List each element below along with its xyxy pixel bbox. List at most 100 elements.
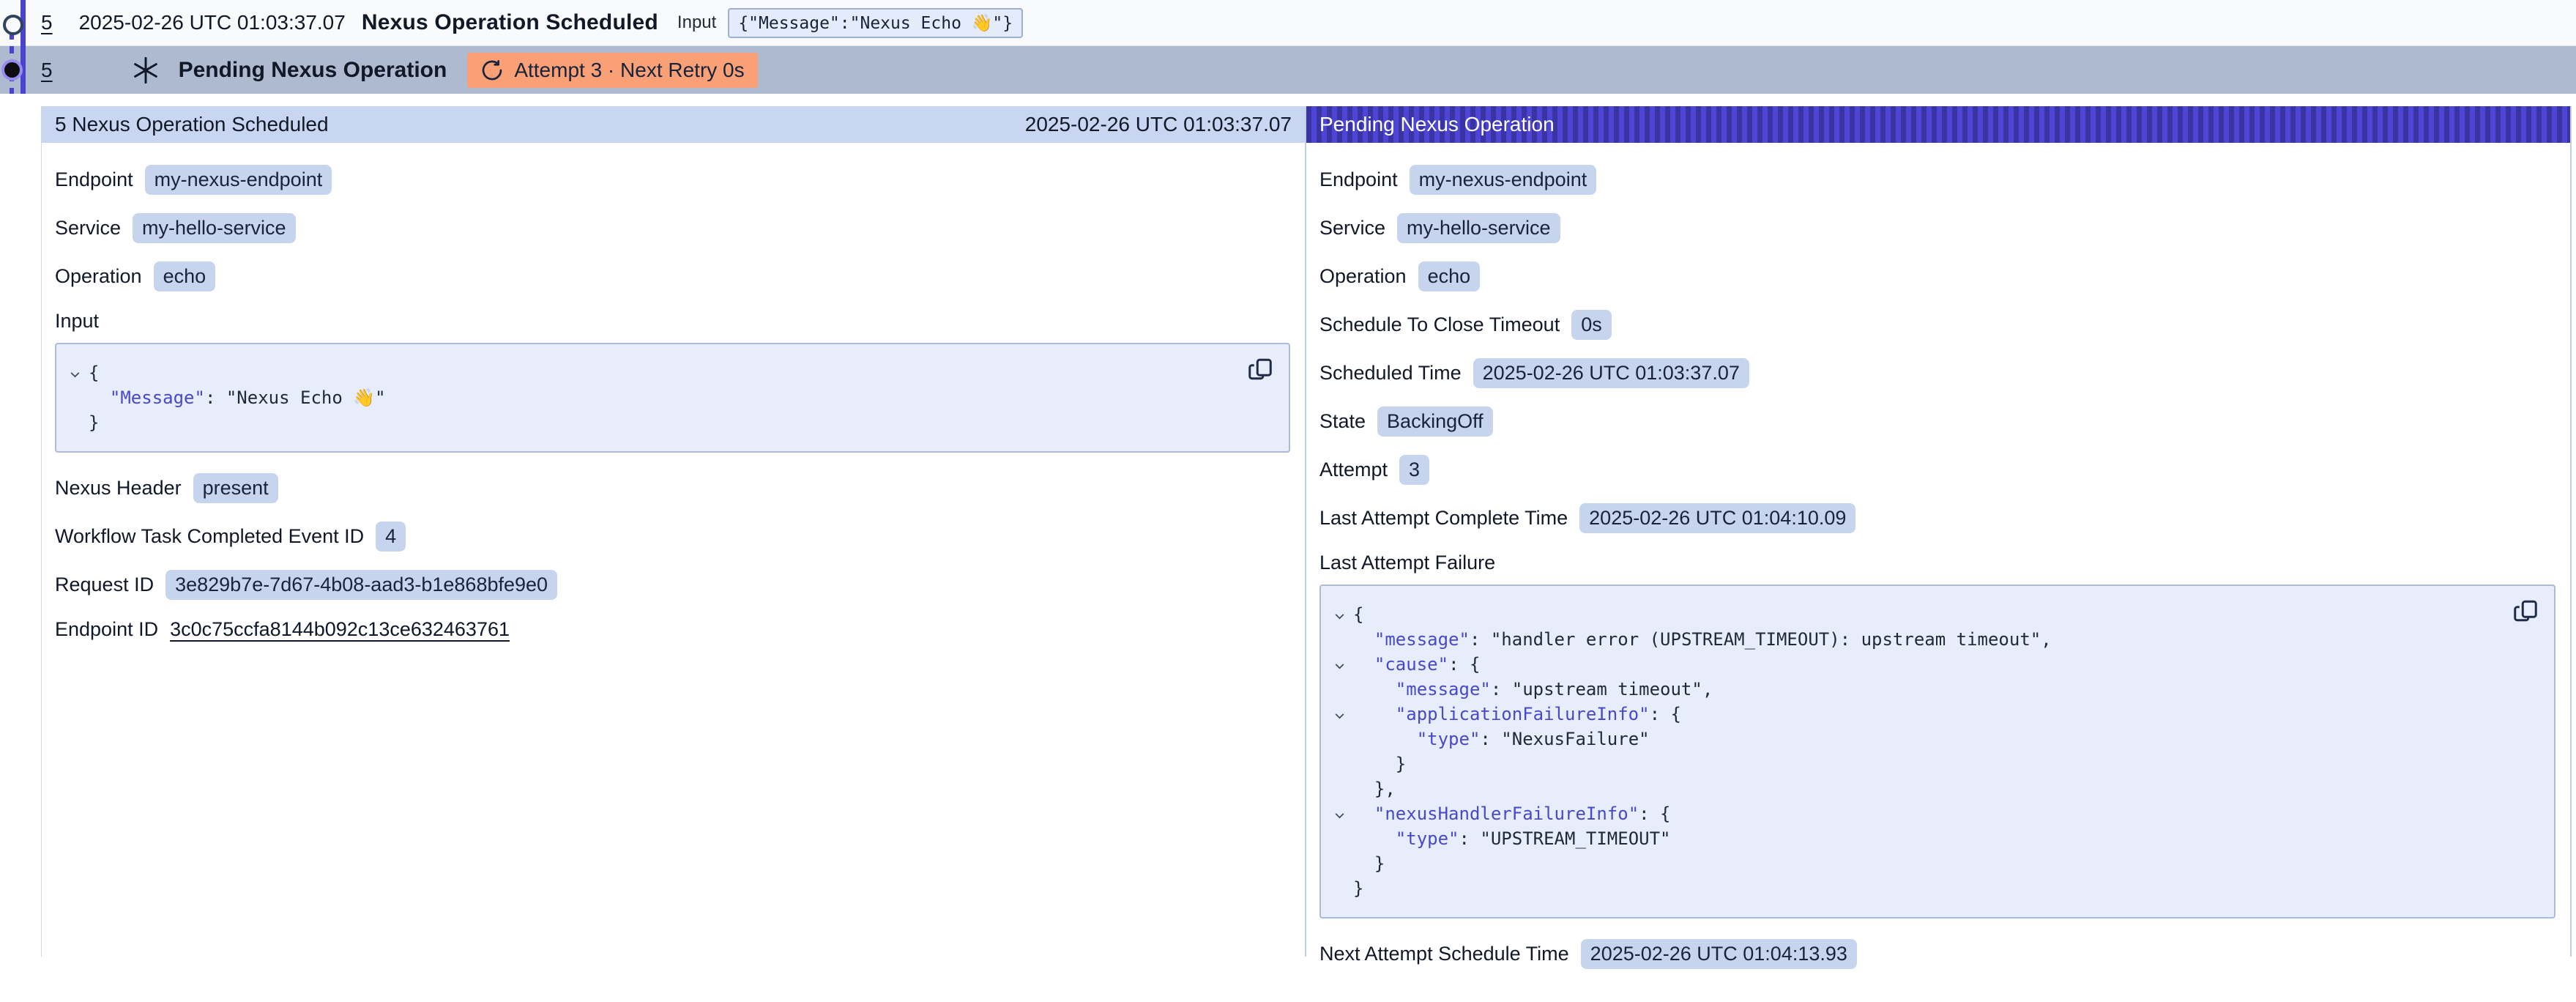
detail-row: Request ID3e829b7e-7d67-4b08-aad3-b1e868… [55, 570, 1290, 600]
pending-fields-top: Endpoint my-nexus-endpoint Servicemy-hello… [1319, 165, 2555, 533]
code-gutter [1325, 776, 1353, 801]
code-line: } [61, 410, 1237, 435]
copy-icon[interactable] [2512, 598, 2539, 626]
field-value-chip: 3 [1399, 455, 1429, 485]
field-label: State [1319, 410, 1366, 433]
code-line: { [1325, 602, 2503, 627]
collapse-chevron-icon[interactable] [1325, 602, 1353, 627]
code-line: "cause": { [1325, 652, 2503, 677]
field-label: Endpoint ID [55, 618, 158, 641]
detail-row: State BackingOff [1319, 407, 2555, 437]
asterisk-icon [130, 55, 161, 86]
detail-row: Servicemy-hello-service [1319, 213, 2555, 243]
panel-pending-operation: Pending Nexus Operation Endpoint my-nexus… [1305, 106, 2572, 957]
detail-row: Schedule To Close Timeout 0s [1319, 310, 2555, 340]
field-label: Request ID [55, 574, 154, 596]
scheduled-panel-header: 5 Nexus Operation Scheduled 2025-02-26 U… [42, 106, 1305, 143]
field-value-chip: 4 [376, 522, 406, 552]
code-line-text: } [1353, 876, 1363, 901]
field-label: Endpoint [1319, 168, 1398, 191]
detail-row: Scheduled Time2025-02-26 UTC 01:03:37.07 [1319, 358, 2555, 388]
timeline-node-current-icon [4, 62, 20, 78]
code-gutter [1325, 627, 1353, 652]
pending-panel-header: Pending Nexus Operation [1306, 106, 2570, 143]
scheduled-panel-title: 5 Nexus Operation Scheduled [55, 113, 329, 136]
code-line-text: } [1353, 752, 1406, 776]
collapse-chevron-icon[interactable] [61, 360, 89, 385]
code-line-text: { [89, 360, 99, 385]
field-label: Endpoint [55, 168, 133, 191]
input-section-label: Input [55, 310, 1290, 333]
code-gutter [1325, 752, 1353, 776]
code-line-text: "type": "NexusFailure" [1353, 727, 1650, 752]
collapse-chevron-icon[interactable] [1325, 702, 1353, 727]
code-line-text: "message": "handler error (UPSTREAM_TIME… [1353, 627, 2052, 652]
field-label: Next Attempt Schedule Time [1319, 943, 1569, 965]
detail-row: Nexus Headerpresent [55, 473, 1290, 503]
detail-row: Workflow Task Completed Event ID 4 [55, 522, 1290, 552]
event-row-pending[interactable]: 5 Pending Nexus Operation Attempt 3 · Ne… [0, 46, 2576, 94]
retry-badge-label: Attempt 3 · Next Retry 0s [514, 59, 744, 82]
code-line-text: }, [1353, 776, 1396, 801]
field-label: Schedule To Close Timeout [1319, 313, 1560, 336]
detail-row: Last Attempt Complete Time 2025-02-26 UTC… [1319, 503, 2555, 533]
field-label: Workflow Task Completed Event ID [55, 525, 364, 548]
detail-row: Operation echo [55, 261, 1290, 292]
code-gutter [1325, 851, 1353, 876]
field-value-link[interactable]: 3c0c75ccfa8144b092c13ce632463761 [170, 618, 510, 641]
field-value-chip: echo [154, 261, 216, 292]
code-gutter [61, 385, 89, 410]
field-value-chip: my-nexus-endpoint [1410, 165, 1597, 195]
event-row-scheduled[interactable]: 5 2025-02-26 UTC 01:03:37.07 Nexus Opera… [0, 0, 2576, 46]
failure-json-block: { "message": "handler error (UPSTREAM_TI… [1319, 584, 2555, 918]
detail-row: Attempt 3 [1319, 455, 2555, 485]
field-value-chip: 0s [1571, 310, 1612, 340]
code-line: "applicationFailureInfo": { [1325, 702, 2503, 727]
collapse-chevron-icon[interactable] [1325, 652, 1353, 677]
pending-title: Pending Nexus Operation [179, 58, 447, 83]
event-input-chip: {"Message":"Nexus Echo 👋"} [728, 8, 1023, 38]
code-line: } [1325, 752, 2503, 776]
field-label: Nexus Header [55, 477, 182, 500]
collapse-chevron-icon[interactable] [1325, 801, 1353, 826]
code-line-text: } [1353, 851, 1385, 876]
scheduled-panel-timestamp: 2025-02-26 UTC 01:03:37.07 [1025, 113, 1292, 136]
code-line: "Message": "Nexus Echo 👋" [61, 385, 1237, 410]
field-label: Attempt [1319, 459, 1388, 481]
field-label: Last Attempt Complete Time [1319, 507, 1568, 530]
code-line-text: "Message": "Nexus Echo 👋" [89, 385, 386, 410]
code-line: "type": "NexusFailure" [1325, 727, 2503, 752]
code-gutter [1325, 876, 1353, 901]
code-line-text: { [1353, 602, 1363, 627]
detail-row: Endpoint ID 3c0c75ccfa8144b092c13ce632463… [55, 618, 1290, 641]
code-gutter [61, 410, 89, 435]
field-value-chip: 2025-02-26 UTC 01:04:13.93 [1581, 939, 1857, 969]
code-line-text: "message": "upstream timeout", [1353, 677, 1713, 702]
field-value-chip: my-hello-service [133, 213, 296, 243]
pending-fields-bottom: Next Attempt Schedule Time 2025-02-26 UTC… [1319, 939, 2555, 969]
pending-id-link[interactable]: 5 [41, 59, 53, 82]
field-value-chip: my-nexus-endpoint [145, 165, 332, 195]
code-gutter [1325, 677, 1353, 702]
field-value-chip: 2025-02-26 UTC 01:04:10.09 [1579, 503, 1855, 533]
copy-icon[interactable] [1246, 356, 1274, 384]
panel-scheduled-event: 5 Nexus Operation Scheduled 2025-02-26 U… [41, 106, 1305, 957]
detail-row: Servicemy-hello-service [55, 213, 1290, 243]
code-line: "nexusHandlerFailureInfo": { [1325, 801, 2503, 826]
event-timestamp: 2025-02-26 UTC 01:03:37.07 [79, 11, 346, 34]
field-value-chip: echo [1418, 261, 1481, 292]
field-value-chip: 2025-02-26 UTC 01:03:37.07 [1473, 358, 1749, 388]
field-value-chip: BackingOff [1377, 407, 1493, 437]
code-line: { [61, 360, 1237, 385]
code-line: "message": "upstream timeout", [1325, 677, 2503, 702]
code-line: }, [1325, 776, 2503, 801]
detail-row: Endpoint my-nexus-endpoint [1319, 165, 2555, 195]
event-id-link[interactable]: 5 [41, 11, 53, 34]
field-label: Operation [1319, 265, 1407, 288]
field-label: Operation [55, 265, 142, 288]
code-line-text: } [89, 410, 99, 435]
retry-icon [480, 59, 504, 82]
timeline-node-open-icon [3, 15, 23, 35]
code-gutter [1325, 826, 1353, 851]
scheduled-fields-bottom: Nexus Headerpresent Workflow Task Complet… [55, 473, 1290, 641]
